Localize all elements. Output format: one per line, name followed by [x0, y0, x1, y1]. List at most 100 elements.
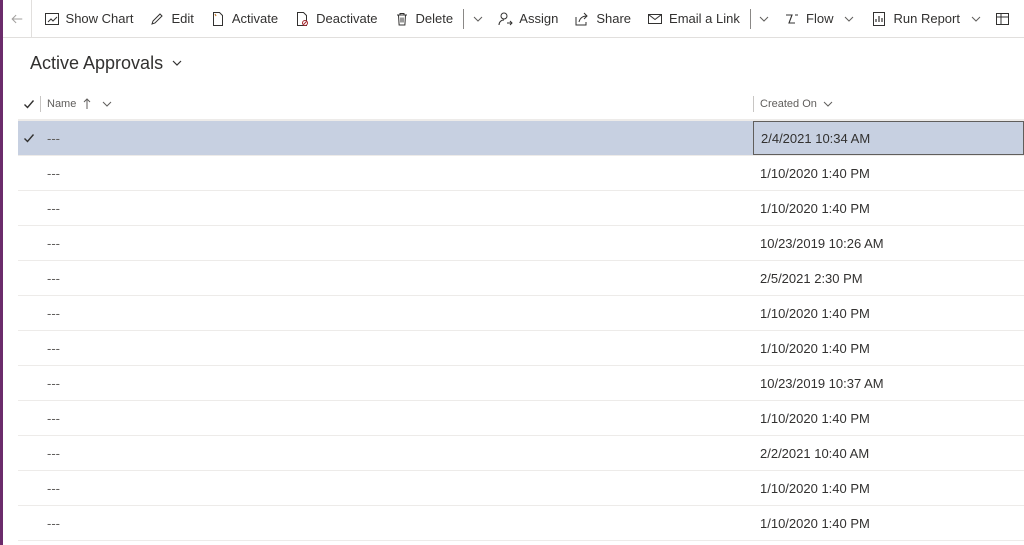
row-name-cell[interactable]: ---	[40, 201, 753, 216]
row-name-cell[interactable]: ---	[40, 376, 753, 391]
share-button[interactable]: Share	[566, 0, 639, 38]
table-row[interactable]: --- 10/23/2019 10:37 AM	[18, 366, 1024, 401]
table-row[interactable]: --- 1/10/2020 1:40 PM	[18, 401, 1024, 436]
row-created-on-cell[interactable]: 2/5/2021 2:30 PM	[753, 261, 1024, 295]
chevron-down-icon	[843, 13, 855, 25]
activate-button[interactable]: Activate	[202, 0, 286, 38]
chevron-down-icon	[171, 57, 183, 69]
chevron-down-icon	[823, 99, 833, 109]
checkmark-icon	[24, 99, 35, 109]
row-checkbox[interactable]	[18, 132, 40, 144]
share-icon	[574, 11, 590, 27]
row-name-cell[interactable]: ---	[40, 131, 753, 146]
select-all-checkbox[interactable]	[18, 98, 40, 110]
row-created-on-value: 1/10/2020 1:40 PM	[760, 305, 870, 321]
row-name-cell[interactable]: ---	[40, 341, 753, 356]
edit-button[interactable]: Edit	[141, 0, 201, 38]
row-created-on-cell[interactable]: 1/10/2020 1:40 PM	[753, 296, 1024, 330]
flow-label: Flow	[806, 11, 834, 26]
table-row[interactable]: --- 1/10/2020 1:40 PM	[18, 506, 1024, 541]
row-created-on-cell[interactable]: 2/4/2021 10:34 AM	[753, 121, 1024, 155]
row-name-cell[interactable]: ---	[40, 446, 753, 461]
row-created-on-value: 1/10/2020 1:40 PM	[760, 165, 870, 181]
chevron-down-icon	[970, 13, 982, 25]
row-created-on-value: 1/10/2020 1:40 PM	[760, 515, 870, 531]
email-link-button[interactable]: Email a Link	[639, 0, 748, 38]
row-created-on-cell[interactable]: 10/23/2019 10:37 AM	[753, 366, 1024, 400]
toolbar-separator	[749, 8, 751, 29]
row-created-on-cell[interactable]: 1/10/2020 1:40 PM	[753, 191, 1024, 225]
deactivate-label: Deactivate	[316, 11, 378, 26]
table-row[interactable]: --- 10/23/2019 10:26 AM	[18, 226, 1024, 261]
row-name-cell[interactable]: ---	[40, 236, 753, 251]
checkmark-icon	[24, 134, 35, 143]
email-link-label: Email a Link	[669, 11, 740, 26]
row-created-on-cell[interactable]: 1/10/2020 1:40 PM	[753, 156, 1024, 190]
flow-icon	[784, 11, 800, 27]
row-created-on-value: 2/5/2021 2:30 PM	[760, 270, 863, 286]
row-created-on-value: 2/2/2021 10:40 AM	[760, 445, 870, 461]
row-created-on-cell[interactable]: 1/10/2020 1:40 PM	[753, 471, 1024, 505]
row-name-cell[interactable]: ---	[40, 271, 753, 286]
command-bar: Show Chart Edit Activate Deactivate Dele…	[3, 0, 1024, 38]
edit-label: Edit	[171, 11, 194, 26]
back-arrow-icon	[11, 14, 23, 23]
delete-label: Delete	[415, 11, 454, 26]
run-report-button[interactable]: Run Report	[863, 0, 989, 38]
row-created-on-cell[interactable]: 2/2/2021 10:40 AM	[753, 436, 1024, 470]
table-row[interactable]: --- 2/2/2021 10:40 AM	[18, 436, 1024, 471]
table-row[interactable]: --- 1/10/2020 1:40 PM	[18, 296, 1024, 331]
assign-button[interactable]: Assign	[489, 0, 566, 38]
overflow-command-button[interactable]	[990, 0, 1024, 38]
row-created-on-value: 10/23/2019 10:37 AM	[760, 375, 884, 391]
grid-body: --- 2/4/2021 10:34 AM --- 1/10/2020 1:40…	[18, 121, 1024, 541]
pencil-icon	[149, 11, 165, 27]
share-label: Share	[596, 11, 632, 26]
table-row[interactable]: --- 1/10/2020 1:40 PM	[18, 191, 1024, 226]
assign-label: Assign	[519, 11, 559, 26]
row-created-on-cell[interactable]: 10/23/2019 10:26 AM	[753, 226, 1024, 260]
sort-ascending-icon	[82, 97, 92, 110]
row-name-cell[interactable]: ---	[40, 166, 753, 181]
email-more-dropdown[interactable]	[753, 0, 776, 38]
trash-icon	[394, 11, 410, 27]
person-assign-icon	[497, 11, 514, 27]
row-name-cell[interactable]: ---	[40, 411, 753, 426]
activate-label: Activate	[231, 11, 279, 26]
show-chart-button[interactable]: Show Chart	[32, 0, 142, 38]
document-activate-icon	[210, 11, 226, 27]
row-created-on-value: 10/23/2019 10:26 AM	[760, 235, 884, 251]
excel-template-icon	[994, 11, 1010, 27]
chevron-down-icon	[473, 16, 482, 22]
row-created-on-cell[interactable]: 1/10/2020 1:40 PM	[753, 331, 1024, 365]
row-name-cell[interactable]: ---	[40, 306, 753, 321]
column-header-created-on-label: Created On	[760, 97, 817, 110]
row-created-on-value: 1/10/2020 1:40 PM	[760, 410, 870, 426]
grid-header: Name Created On	[18, 88, 1024, 121]
toolbar-separator	[463, 8, 464, 29]
column-header-name[interactable]: Name	[41, 98, 753, 110]
table-row[interactable]: --- 1/10/2020 1:40 PM	[18, 331, 1024, 366]
view-title: Active Approvals	[30, 52, 164, 73]
row-created-on-cell[interactable]: 1/10/2020 1:40 PM	[753, 401, 1024, 435]
chart-icon	[44, 11, 60, 27]
table-row[interactable]: --- 1/10/2020 1:40 PM	[18, 156, 1024, 191]
email-icon	[647, 11, 663, 27]
table-row[interactable]: --- 2/4/2021 10:34 AM	[18, 121, 1024, 156]
view-selector[interactable]: Active Approvals	[30, 50, 183, 76]
delete-more-dropdown[interactable]	[466, 0, 489, 38]
flow-button[interactable]: Flow	[776, 0, 863, 38]
row-name-cell[interactable]: ---	[40, 516, 753, 531]
row-created-on-cell[interactable]: 1/10/2020 1:40 PM	[753, 506, 1024, 540]
back-button[interactable]	[3, 0, 32, 38]
table-row[interactable]: --- 1/10/2020 1:40 PM	[18, 471, 1024, 506]
row-name-cell[interactable]: ---	[40, 481, 753, 496]
column-header-created-on[interactable]: Created On	[754, 98, 833, 110]
table-row[interactable]: --- 2/5/2021 2:30 PM	[18, 261, 1024, 296]
run-report-label: Run Report	[893, 11, 960, 26]
row-created-on-value: 1/10/2020 1:40 PM	[760, 340, 870, 356]
row-created-on-value: 1/10/2020 1:40 PM	[760, 200, 870, 216]
delete-button[interactable]: Delete	[386, 0, 462, 38]
deactivate-button[interactable]: Deactivate	[286, 0, 385, 38]
app-accent-rail	[0, 0, 3, 545]
